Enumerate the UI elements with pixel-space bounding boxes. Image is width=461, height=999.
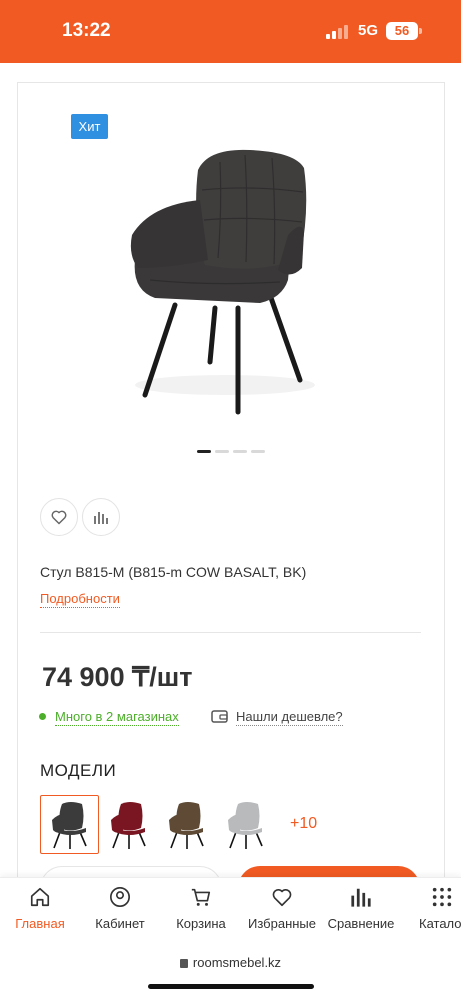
chair-thumbnail-icon [110, 801, 146, 849]
network-label: 5G [358, 22, 379, 39]
nav-home[interactable]: Главная [0, 886, 85, 931]
nav-label: Главная [15, 916, 65, 931]
model-brown[interactable] [157, 795, 216, 854]
lock-icon [179, 959, 188, 968]
catalog-icon [432, 887, 452, 907]
chair-thumbnail-icon [227, 801, 263, 849]
home-icon [30, 887, 50, 907]
model-light-grey[interactable] [216, 795, 275, 854]
battery-icon: 56 [386, 22, 418, 40]
nav-label: Кабинет [95, 916, 145, 931]
heart-icon [272, 889, 292, 907]
url-text: roomsmebel.kz [192, 955, 282, 970]
product-title: Стул B815-M (B815-m COW BASALT, BK) [40, 564, 307, 580]
nav-cart[interactable]: Корзина [156, 886, 246, 931]
nav-compare[interactable]: Сравнение [316, 886, 406, 931]
gallery-dots [197, 450, 267, 454]
heart-icon [51, 510, 67, 525]
nav-account[interactable]: Кабинет [75, 886, 165, 931]
cart-icon [191, 888, 211, 906]
favorite-button[interactable] [40, 498, 78, 536]
gallery-dot[interactable] [251, 450, 265, 453]
chair-thumbnail-icon [168, 801, 204, 849]
compare-icon [94, 512, 108, 524]
chair-thumbnail-icon [51, 801, 87, 849]
stock-indicator-icon [39, 713, 46, 720]
found-cheaper-link[interactable]: Нашли дешевле? [236, 709, 343, 726]
compare-button[interactable] [82, 498, 120, 536]
status-bar: 13:22 5G 56 [0, 0, 461, 63]
gallery-dot[interactable] [233, 450, 247, 453]
battery-tip [419, 28, 422, 34]
stock-availability-link[interactable]: Много в 2 магазинах [55, 709, 179, 726]
model-dark-grey[interactable] [40, 795, 99, 854]
nav-label: Сравнение [327, 916, 395, 931]
compare-icon [351, 888, 371, 907]
nav-label: Корзина [176, 916, 226, 931]
nav-label: Избранные [248, 916, 316, 931]
signal-icon [326, 25, 350, 39]
hit-badge: Хит [71, 114, 108, 139]
nav-favorites[interactable]: Избранные [237, 886, 327, 931]
divider [40, 632, 421, 633]
gallery-dot[interactable] [197, 450, 211, 453]
nav-catalog[interactable]: Катало [397, 886, 461, 931]
browser-url-bar[interactable]: roomsmebel.kz [0, 947, 461, 999]
details-link[interactable]: Подробности [40, 591, 120, 608]
product-image[interactable] [110, 140, 340, 430]
bottom-navigation: Главная Кабинет Корзина Избранные Сравне… [0, 877, 461, 947]
more-models-link[interactable]: +10 [290, 815, 317, 833]
status-time: 13:22 [62, 20, 111, 41]
wallet-icon [211, 710, 228, 723]
home-indicator[interactable] [148, 984, 314, 989]
model-burgundy[interactable] [99, 795, 158, 854]
product-price: 74 900 ₸/шт [42, 662, 193, 692]
gallery-dot[interactable] [215, 450, 229, 453]
nav-label: Катало [419, 916, 461, 931]
user-icon [110, 887, 130, 907]
models-heading: МОДЕЛИ [40, 761, 117, 780]
